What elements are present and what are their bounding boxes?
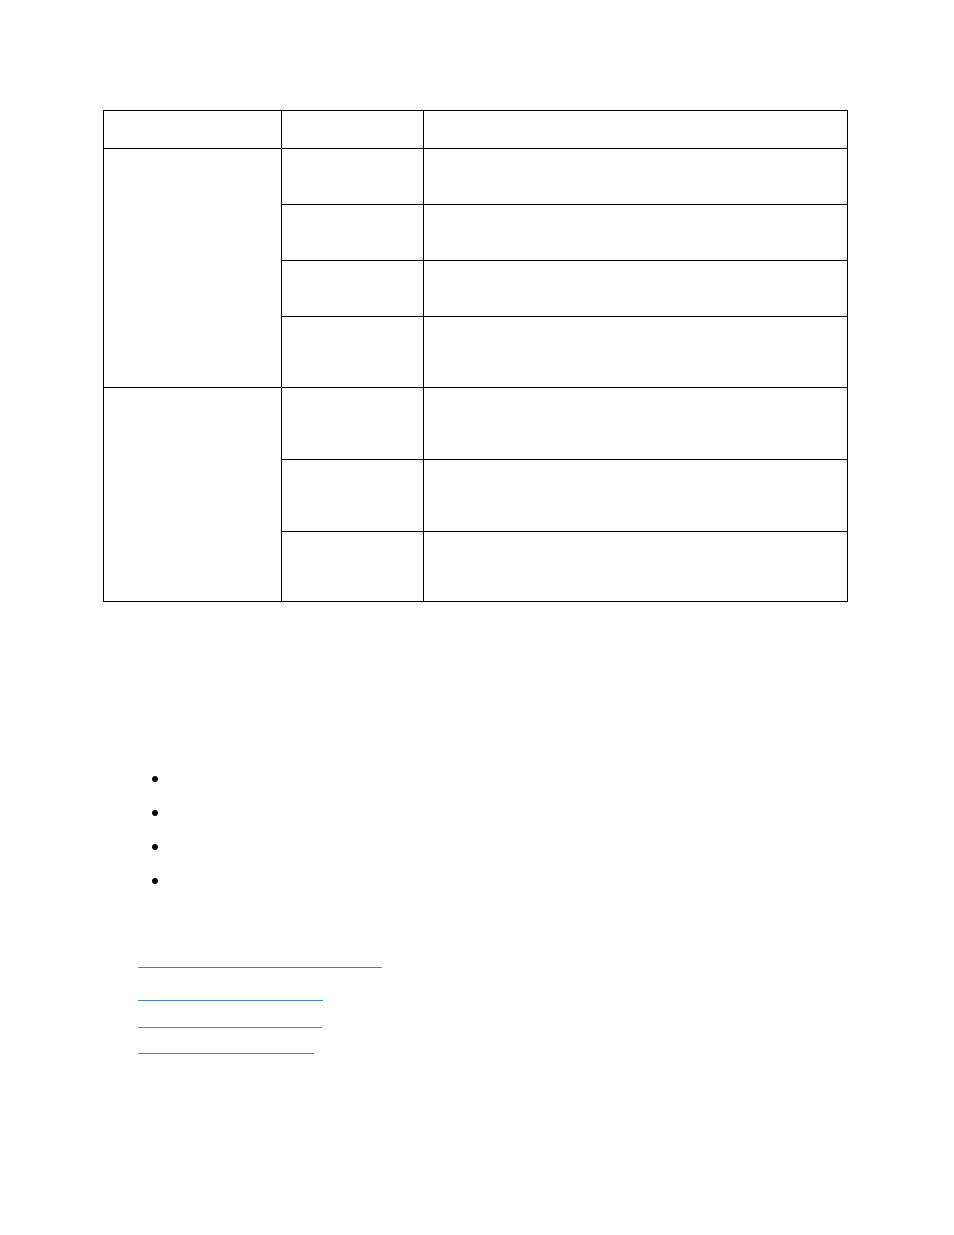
table-cell — [424, 532, 848, 602]
data-table — [103, 110, 848, 602]
table-cell — [282, 149, 424, 205]
table-cell — [282, 388, 424, 460]
table-cell — [424, 149, 848, 205]
table-cell — [424, 388, 848, 460]
table-cell — [424, 261, 848, 317]
hyperlink[interactable] — [138, 1027, 322, 1028]
table-cell — [282, 111, 424, 149]
bullet-list — [152, 776, 158, 884]
table-cell — [424, 317, 848, 388]
table-cell — [282, 460, 424, 532]
table-row — [104, 111, 848, 149]
bullet-icon — [152, 844, 158, 850]
bullet-icon — [152, 776, 158, 782]
table-cell — [424, 205, 848, 261]
bullet-icon — [152, 810, 158, 816]
table-row — [104, 149, 848, 205]
table-cell — [282, 532, 424, 602]
table-row — [104, 388, 848, 460]
table-cell — [424, 111, 848, 149]
table-cell — [104, 111, 282, 149]
table-cell — [282, 317, 424, 388]
table-cell — [104, 149, 282, 388]
bullet-icon — [152, 878, 158, 884]
document-page — [0, 0, 954, 1235]
hyperlink[interactable] — [138, 1000, 323, 1001]
table-cell — [282, 261, 424, 317]
hyperlink[interactable] — [138, 1053, 314, 1054]
hyperlink[interactable] — [138, 967, 382, 968]
table-cell — [104, 388, 282, 602]
table-cell — [424, 460, 848, 532]
table-cell — [282, 205, 424, 261]
